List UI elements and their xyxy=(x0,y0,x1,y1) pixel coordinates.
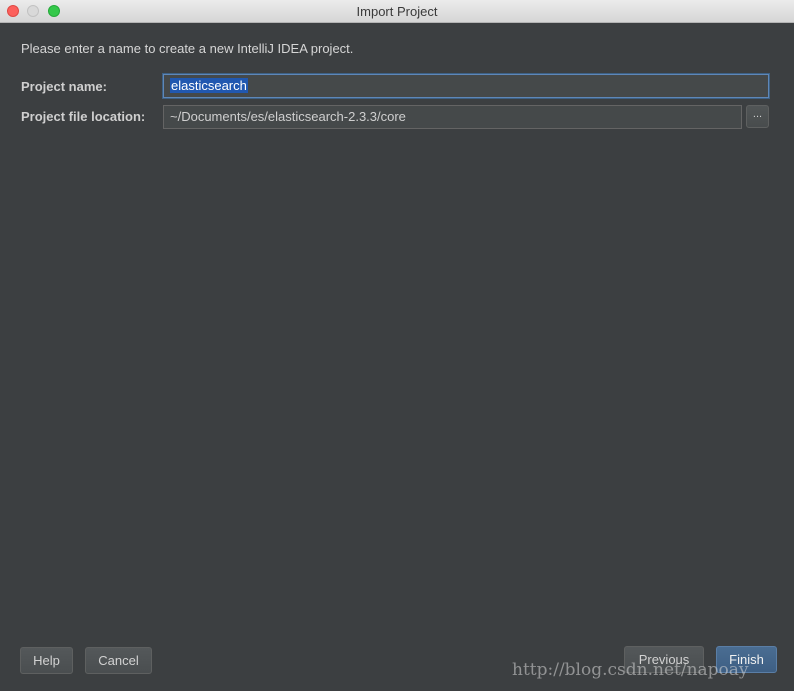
window-title: Import Project xyxy=(356,4,438,19)
project-name-value: elasticsearch xyxy=(170,78,248,93)
intro-text: Please enter a name to create a new Inte… xyxy=(21,41,354,56)
title-bar: Import Project xyxy=(0,0,794,23)
browse-location-button[interactable]: ... xyxy=(746,105,769,128)
project-name-input[interactable]: elasticsearch xyxy=(163,74,769,98)
project-name-label: Project name: xyxy=(21,79,107,94)
project-location-label: Project file location: xyxy=(21,109,146,124)
project-location-value: ~/Documents/es/elasticsearch-2.3.3/core xyxy=(170,109,406,124)
cancel-button[interactable]: Cancel xyxy=(85,647,152,674)
help-button[interactable]: Help xyxy=(20,647,73,674)
import-project-dialog: Import Project Please enter a name to cr… xyxy=(0,0,794,691)
project-location-input[interactable]: ~/Documents/es/elasticsearch-2.3.3/core xyxy=(163,105,742,129)
watermark-text: http://blog.csdn.net/napoay xyxy=(512,660,749,680)
